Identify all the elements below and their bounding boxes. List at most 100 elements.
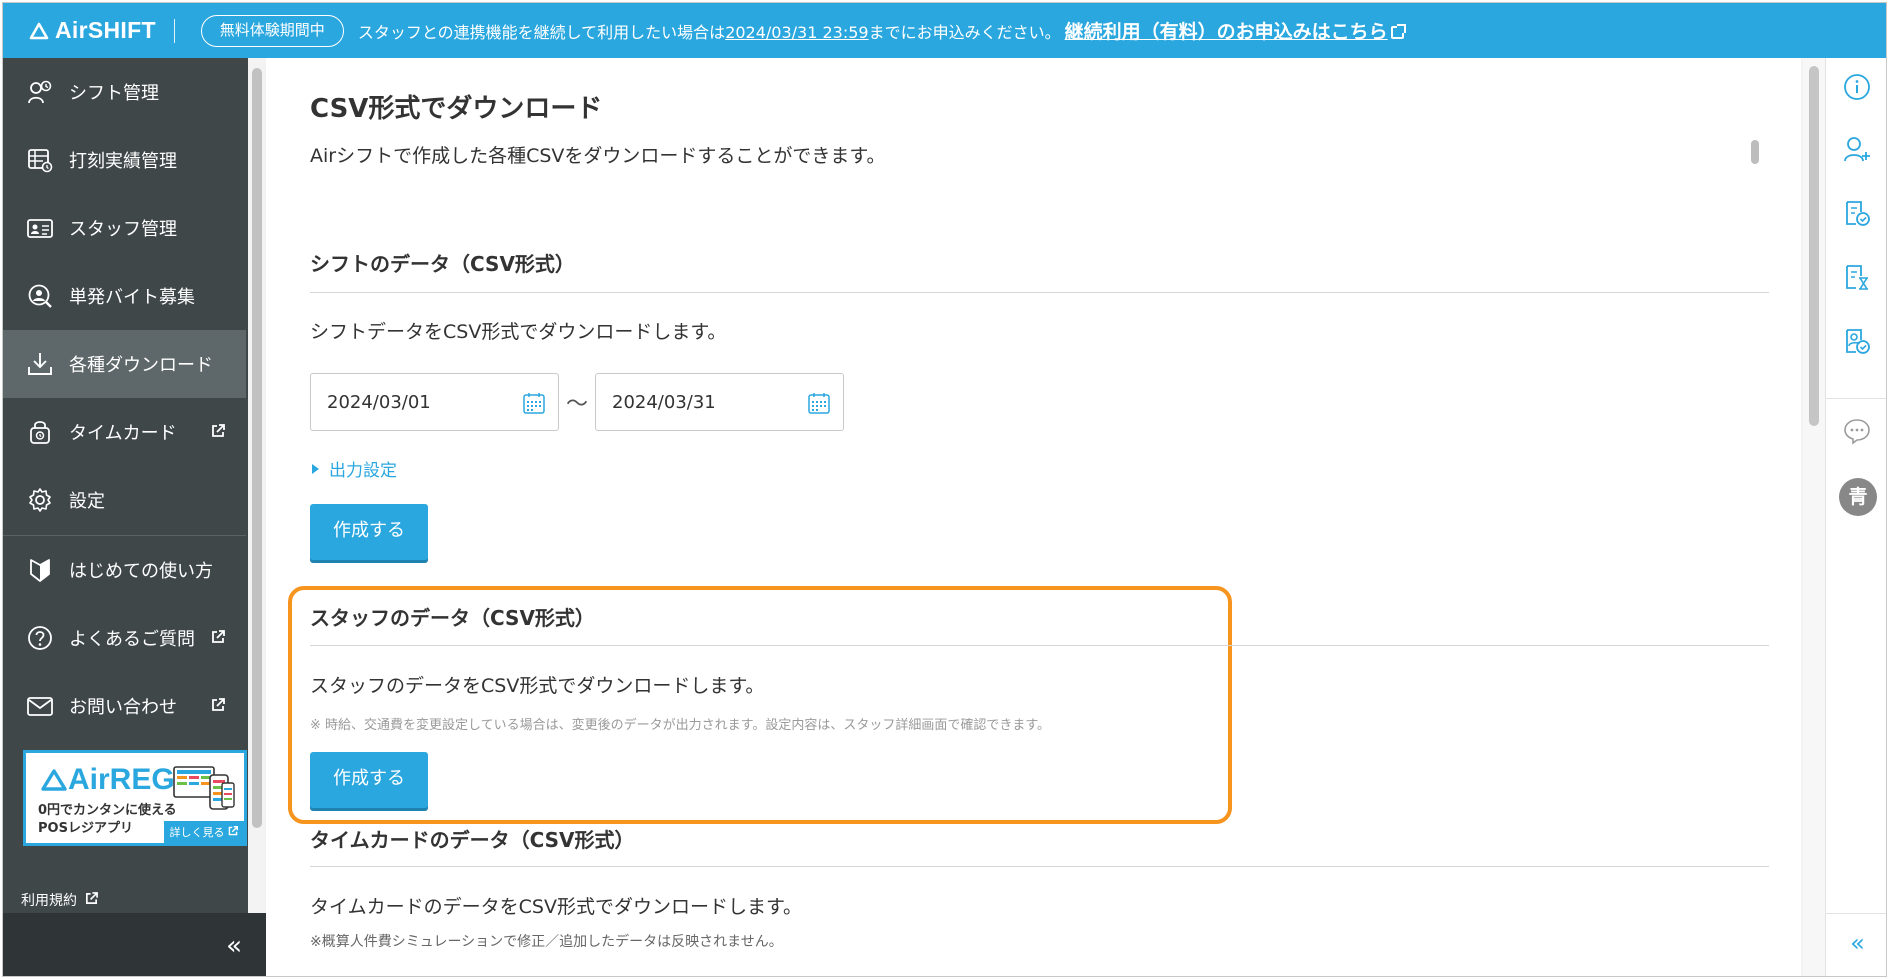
staff-section-description: スタッフのデータをCSV形式でダウンロードします。 <box>310 675 765 697</box>
mail-icon <box>25 691 55 721</box>
calendar-icon[interactable] <box>807 391 831 419</box>
sidebar-item-label: タイムカード <box>69 423 177 444</box>
start-date-input[interactable] <box>327 374 507 430</box>
external-link-icon <box>211 628 225 649</box>
staff-section-title: スタッフのデータ（CSV形式） <box>310 606 595 630</box>
end-date-input[interactable] <box>612 374 792 430</box>
output-settings-toggle[interactable]: 出力設定 <box>312 456 397 481</box>
terms-link[interactable]: 利用規約 <box>21 890 98 910</box>
top-banner: AirSHIFT 無料体験期間中 スタッフとの連携機能を継続して利用したい場合は… <box>3 3 1886 58</box>
sidebar-scrollbar[interactable] <box>248 58 266 913</box>
trial-badge: 無料体験期間中 <box>200 14 344 47</box>
air-triangle-icon <box>41 769 67 791</box>
chevron-double-left-icon: « <box>1850 929 1865 957</box>
timecard-table-icon <box>25 145 55 175</box>
external-link-icon <box>1390 24 1406 39</box>
main-content: CSV形式でダウンロード Airシフトで作成した各種CSVをダウンロードすること… <box>266 58 1831 976</box>
airregi-ad-line-1: 0円でカンタンに使える <box>38 803 177 818</box>
sidebar-item-faq[interactable]: よくあるご質問 <box>3 604 246 672</box>
document-hourglass-icon[interactable] <box>1842 262 1872 292</box>
document-check-icon[interactable] <box>1842 198 1872 228</box>
external-link-icon <box>85 891 98 909</box>
create-staff-csv-button[interactable]: 作成する <box>310 752 428 808</box>
sidebar-item-downloads[interactable]: 各種ダウンロード <box>3 330 246 398</box>
staff-card-icon <box>25 213 55 243</box>
section-divider <box>310 645 1769 646</box>
caret-right-icon <box>312 463 319 474</box>
banner-deadline: 2024/03/31 23:59 <box>725 22 869 42</box>
sidebar-item-label: 各種ダウンロード <box>69 355 213 376</box>
airregi-ad-banner[interactable]: AirREGI 0円でカンタンに使える POSレジアプリ 詳しく見る <box>23 750 247 846</box>
sidebar-item-settings[interactable]: 設定 <box>3 466 246 534</box>
external-link-icon <box>211 422 225 443</box>
sidebar-item-label: スタッフ管理 <box>69 219 177 240</box>
sidebar: シフト管理 打刻実績管理 スタッフ管理 単発バイト募集 各種ダウンロード タイム… <box>3 58 266 976</box>
info-icon[interactable] <box>1842 72 1872 102</box>
timecard-section-description: タイムカードのデータをCSV形式でダウンロードします。 <box>310 896 803 918</box>
sidebar-item-getting-started[interactable]: はじめての使い方 <box>3 536 246 604</box>
continue-subscription-label: 継続利用（有料）のお申込みはこちら <box>1064 21 1388 43</box>
add-user-icon[interactable] <box>1842 134 1872 164</box>
banner-message: スタッフとの連携機能を継続して利用したい場合は2024/03/31 23:59ま… <box>358 19 1061 43</box>
terms-label: 利用規約 <box>21 893 77 909</box>
main-scrollbar-thumb[interactable] <box>1809 66 1819 426</box>
start-date-field[interactable] <box>310 373 559 431</box>
download-icon <box>25 349 55 379</box>
sidebar-item-shift[interactable]: シフト管理 <box>3 58 246 126</box>
chevron-double-left-icon: « <box>226 931 242 961</box>
external-link-icon <box>211 696 225 717</box>
sidebar-item-recruit[interactable]: 単発バイト募集 <box>3 262 246 330</box>
logo-text: AirSHIFT <box>55 17 156 43</box>
timecard-section-note: ※概算人件費シミュレーションで修正／追加したデータは反映されません。 <box>310 934 783 950</box>
sidebar-item-label: シフト管理 <box>69 83 159 104</box>
rail-divider <box>1826 398 1886 399</box>
end-date-field[interactable] <box>595 373 844 431</box>
page-title: CSV形式でダウンロード <box>310 94 603 124</box>
beginner-mark-icon <box>25 555 55 585</box>
recruit-icon <box>25 281 55 311</box>
right-rail: 青 « <box>1825 58 1886 976</box>
sidebar-item-label: よくあるご質問 <box>69 629 195 650</box>
airregi-ad-line-2: POSレジアプリ <box>38 821 133 836</box>
user-avatar[interactable]: 青 <box>1839 478 1877 516</box>
chat-icon[interactable] <box>1842 416 1872 446</box>
download-panel: CSV形式でダウンロード Airシフトで作成した各種CSVをダウンロードすること… <box>266 58 1801 976</box>
airregi-logo: AirREGI <box>40 763 183 797</box>
app-window: AirSHIFT 無料体験期間中 スタッフとの連携機能を継続して利用したい場合は… <box>2 2 1887 977</box>
banner-message-after: までにお申込みください。 <box>868 22 1061 42</box>
sidebar-item-label: 単発バイト募集 <box>69 287 195 308</box>
inner-scrollbar-thumb[interactable] <box>1751 140 1759 164</box>
output-settings-label: 出力設定 <box>329 461 397 481</box>
airregi-more-link[interactable]: 詳しく見る <box>163 821 244 843</box>
airshift-logo[interactable]: AirSHIFT <box>29 17 156 44</box>
section-divider <box>310 292 1769 293</box>
question-icon <box>25 623 55 653</box>
shift-section-title: シフトのデータ（CSV形式） <box>310 252 575 276</box>
external-link-icon <box>228 826 238 839</box>
shift-section-description: シフトデータをCSV形式でダウンロードします。 <box>310 321 727 343</box>
sidebar-item-label: 設定 <box>69 491 105 512</box>
airregi-more-label: 詳しく見る <box>169 826 225 839</box>
continue-subscription-link[interactable]: 継続利用（有料）のお申込みはこちら <box>1064 17 1406 44</box>
sidebar-collapse-button[interactable]: « <box>3 913 266 976</box>
staff-document-check-icon[interactable] <box>1842 326 1872 356</box>
section-divider <box>310 866 1769 867</box>
banner-message-before: スタッフとの連携機能を継続して利用したい場合は <box>357 22 726 42</box>
staff-section-note: ※ 時給、交通費を変更設定している場合は、変更後のデータが出力されます。設定内容… <box>310 718 1051 733</box>
air-triangle-icon <box>29 22 49 39</box>
create-shift-csv-button[interactable]: 作成する <box>310 504 428 560</box>
sidebar-item-label: 打刻実績管理 <box>69 151 177 172</box>
sidebar-item-label: お問い合わせ <box>69 697 177 718</box>
date-range-separator: 〜 <box>566 392 589 417</box>
lock-timecard-icon <box>25 417 55 447</box>
sidebar-scrollbar-thumb[interactable] <box>252 68 262 828</box>
sidebar-item-punch-records[interactable]: 打刻実績管理 <box>3 126 246 194</box>
logo-divider <box>173 18 175 43</box>
sidebar-item-timecard[interactable]: タイムカード <box>3 398 246 466</box>
calendar-icon[interactable] <box>522 391 546 419</box>
right-rail-collapse-button[interactable]: « <box>1826 913 1886 976</box>
airregi-logo-text: AirREGI <box>68 763 184 796</box>
sidebar-item-staff[interactable]: スタッフ管理 <box>3 194 246 262</box>
timecard-section-title: タイムカードのデータ（CSV形式） <box>310 828 635 852</box>
sidebar-item-contact[interactable]: お問い合わせ <box>3 672 246 740</box>
